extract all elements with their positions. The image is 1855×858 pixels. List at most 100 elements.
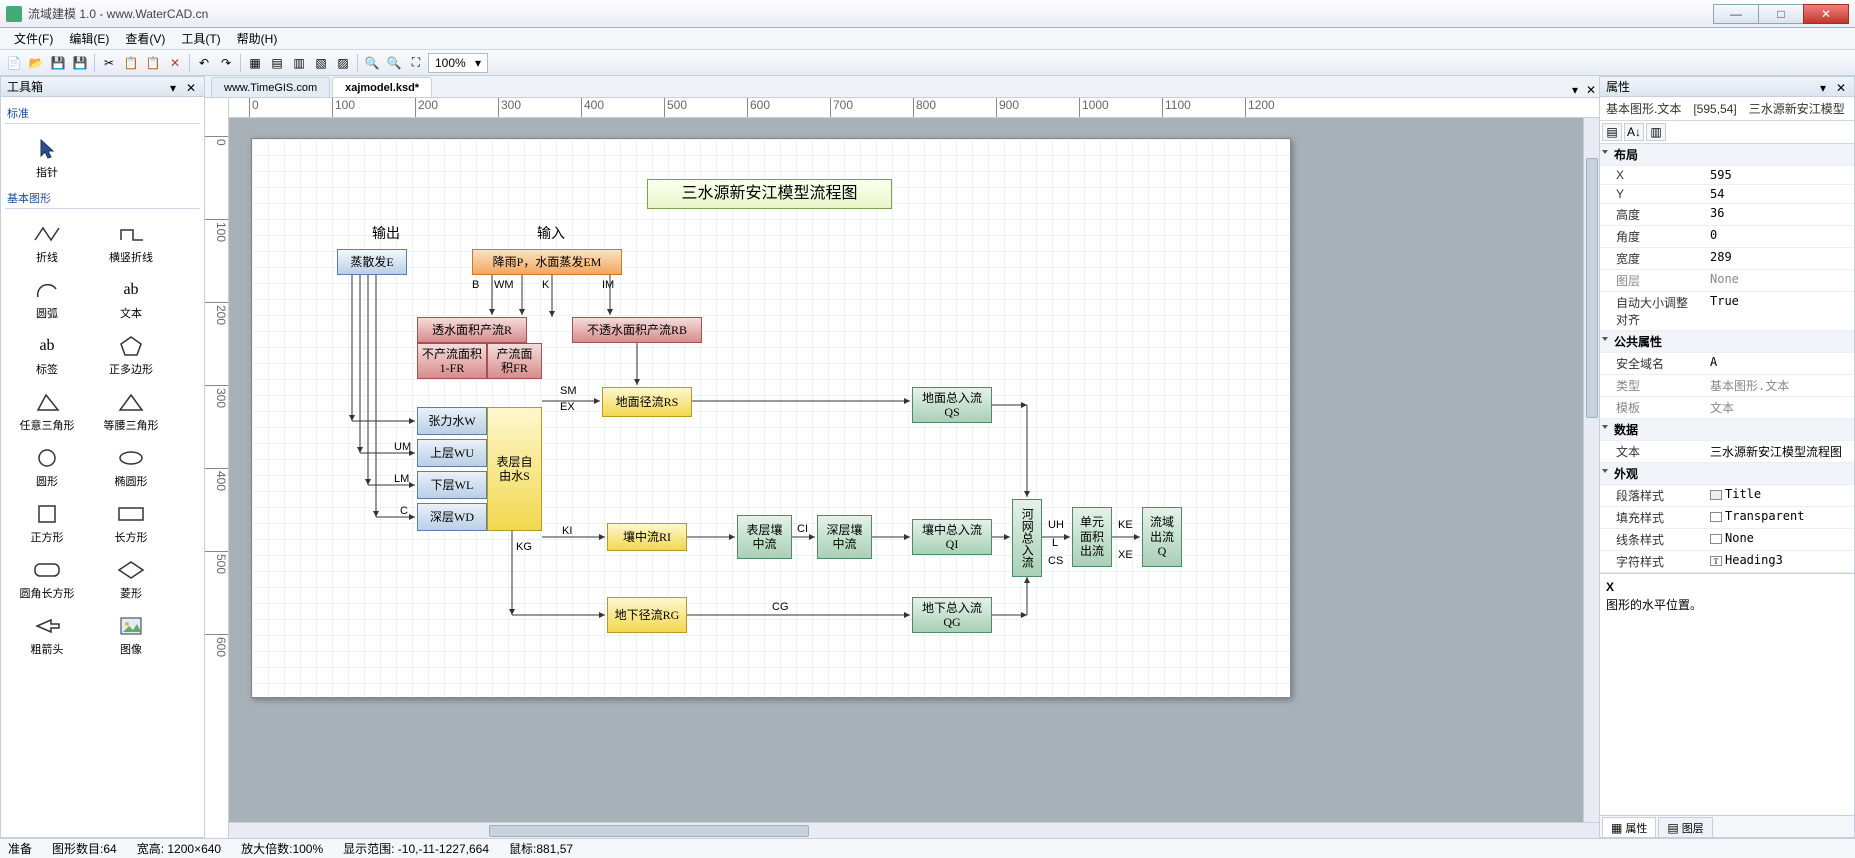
prop-row[interactable]: 图层None	[1600, 270, 1854, 292]
prop-category[interactable]: 布局	[1600, 144, 1854, 166]
node-unit[interactable]: 单元面积出流	[1072, 507, 1112, 567]
diagram-title[interactable]: 三水源新安江模型流程图	[647, 179, 892, 209]
document-tab[interactable]: xajmodel.ksd*	[332, 77, 432, 97]
minimize-button[interactable]: —	[1713, 4, 1759, 24]
node-freeS[interactable]: 表层自由水S	[487, 407, 542, 531]
canvas[interactable]: 三水源新安江模型流程图输出输入蒸散发E降雨P，水面蒸发EM透水面积产流R不透水面…	[229, 118, 1583, 822]
prop-row[interactable]: 类型基本图形.文本	[1600, 375, 1854, 397]
toolbox-item-circle[interactable]: 圆形	[5, 439, 89, 495]
toolbox-item-rect[interactable]: 长方形	[89, 495, 173, 551]
vertical-scrollbar[interactable]	[1583, 118, 1599, 822]
zoom-combo[interactable]: 100%▾	[428, 53, 488, 73]
panel-tab[interactable]: ▦属性	[1602, 817, 1656, 837]
prop-row[interactable]: 模板文本	[1600, 397, 1854, 419]
menu-item[interactable]: 编辑(E)	[61, 30, 117, 47]
node-wu[interactable]: 上层WU	[417, 439, 487, 467]
redo-icon[interactable]: ↷	[216, 53, 236, 73]
node-qs[interactable]: 地面总入流QS	[912, 387, 992, 423]
document-tab[interactable]: www.TimeGIS.com	[211, 77, 330, 97]
cut-icon[interactable]: ✂	[99, 53, 119, 73]
prop-row[interactable]: Y54	[1600, 185, 1854, 204]
node-fr0[interactable]: 不产流面积1-FR	[417, 343, 487, 379]
toolbox-item-diamond[interactable]: 菱形	[89, 551, 173, 607]
fit-icon[interactable]: ⛶	[406, 53, 426, 73]
selected-object-header[interactable]: 基本图形.文本 [595,54] 三水源新安江模型	[1600, 97, 1854, 121]
alpha-sort-icon[interactable]: A↓	[1624, 123, 1644, 141]
panel-close-icon[interactable]: ✕	[186, 81, 198, 93]
toolbox-item-arc[interactable]: 圆弧	[5, 271, 89, 327]
prop-row[interactable]: 线条样式None	[1600, 529, 1854, 551]
categorized-icon[interactable]: ▤	[1602, 123, 1622, 141]
node-ri[interactable]: 壤中流RI	[607, 523, 687, 551]
horizontal-scrollbar[interactable]	[229, 822, 1599, 838]
prop-row[interactable]: 填充样式Transparent	[1600, 507, 1854, 529]
toolbox-item-tri-any[interactable]: 任意三角形	[5, 383, 89, 439]
paste-icon[interactable]: 📋	[143, 53, 163, 73]
open-icon[interactable]: 📂	[26, 53, 46, 73]
layout4-icon[interactable]: ▧	[311, 53, 331, 73]
toolbox-item-polyline[interactable]: 折线	[5, 215, 89, 271]
toolbox-item-polygon[interactable]: 正多边形	[89, 327, 173, 383]
saveall-icon[interactable]: 💾	[70, 53, 90, 73]
prop-category[interactable]: 数据	[1600, 419, 1854, 441]
menu-item[interactable]: 帮助(H)	[229, 30, 286, 47]
menu-item[interactable]: 文件(F)	[6, 30, 61, 47]
layout5-icon[interactable]: ▨	[333, 53, 353, 73]
tab-close-icon[interactable]: ✕	[1583, 83, 1599, 97]
maximize-button[interactable]: □	[1758, 4, 1804, 24]
node-deepMid[interactable]: 深层壤中流	[817, 515, 872, 559]
menu-item[interactable]: 工具(T)	[173, 30, 228, 47]
toolbox-item-label[interactable]: ab标签	[5, 327, 89, 383]
node-zW[interactable]: 张力水W	[417, 407, 487, 435]
menu-item[interactable]: 查看(V)	[117, 30, 173, 47]
prop-category[interactable]: 外观	[1600, 463, 1854, 485]
toolbox-item-pointer[interactable]: 指针	[5, 130, 89, 186]
node-perm[interactable]: 透水面积产流R	[417, 317, 527, 343]
toolbox-item-arrow[interactable]: 粗箭头	[5, 607, 89, 663]
tab-menu-icon[interactable]: ▾	[1567, 83, 1583, 97]
node-net[interactable]: 河网总入流	[1012, 499, 1042, 577]
prop-category[interactable]: 公共属性	[1600, 331, 1854, 353]
toolbox-item-image[interactable]: 图像	[89, 607, 173, 663]
undo-icon[interactable]: ↶	[194, 53, 214, 73]
panel-close-icon[interactable]: ✕	[1836, 81, 1848, 93]
toolbox-item-hv-polyline[interactable]: 横竖折线	[89, 215, 173, 271]
toolbox-item-text[interactable]: ab文本	[89, 271, 173, 327]
prop-row[interactable]: X595	[1600, 166, 1854, 185]
pin-icon[interactable]: ▾	[170, 81, 182, 93]
toolbox-item-square[interactable]: 正方形	[5, 495, 89, 551]
drawing-paper[interactable]: 三水源新安江模型流程图输出输入蒸散发E降雨P，水面蒸发EM透水面积产流R不透水面…	[251, 138, 1291, 698]
pin-icon[interactable]: ▾	[1820, 81, 1832, 93]
node-rain[interactable]: 降雨P，水面蒸发EM	[472, 249, 622, 275]
node-rg[interactable]: 地下径流RG	[607, 597, 687, 633]
toolbox-item-roundrect[interactable]: 圆角长方形	[5, 551, 89, 607]
toolbox-item-ellipse[interactable]: 椭圆形	[89, 439, 173, 495]
delete-icon[interactable]: ✕	[165, 53, 185, 73]
node-q[interactable]: 流域出流Q	[1142, 507, 1182, 567]
node-wl[interactable]: 下层WL	[417, 471, 487, 499]
new-icon[interactable]: 📄	[4, 53, 24, 73]
prop-row[interactable]: 高度36	[1600, 204, 1854, 226]
prop-row[interactable]: 自动大小调整对齐True	[1600, 292, 1854, 331]
node-evap[interactable]: 蒸散发E	[337, 249, 407, 275]
node-wd[interactable]: 深层WD	[417, 503, 487, 531]
layout1-icon[interactable]: ▦	[245, 53, 265, 73]
node-surfRS[interactable]: 地面径流RS	[602, 387, 692, 417]
prop-pages-icon[interactable]: ▥	[1646, 123, 1666, 141]
prop-row[interactable]: 文本三水源新安江模型流程图	[1600, 441, 1854, 463]
copy-icon[interactable]: 📋	[121, 53, 141, 73]
prop-row[interactable]: 角度0	[1600, 226, 1854, 248]
zoomin-icon[interactable]: 🔍	[362, 53, 382, 73]
panel-tab[interactable]: ▤图层	[1658, 817, 1712, 837]
node-qi[interactable]: 壤中总入流QI	[912, 519, 992, 555]
save-icon[interactable]: 💾	[48, 53, 68, 73]
prop-row[interactable]: 段落样式Title	[1600, 485, 1854, 507]
zoomout-icon[interactable]: 🔍	[384, 53, 404, 73]
node-upMid[interactable]: 表层壤中流	[737, 515, 792, 559]
close-button[interactable]: ✕	[1803, 4, 1849, 24]
node-fr1[interactable]: 产流面积FR	[487, 343, 542, 379]
layout3-icon[interactable]: ▥	[289, 53, 309, 73]
prop-row[interactable]: 安全域名A	[1600, 353, 1854, 375]
prop-row[interactable]: 字符样式THeading3	[1600, 551, 1854, 573]
node-imperm[interactable]: 不透水面积产流RB	[572, 317, 702, 343]
